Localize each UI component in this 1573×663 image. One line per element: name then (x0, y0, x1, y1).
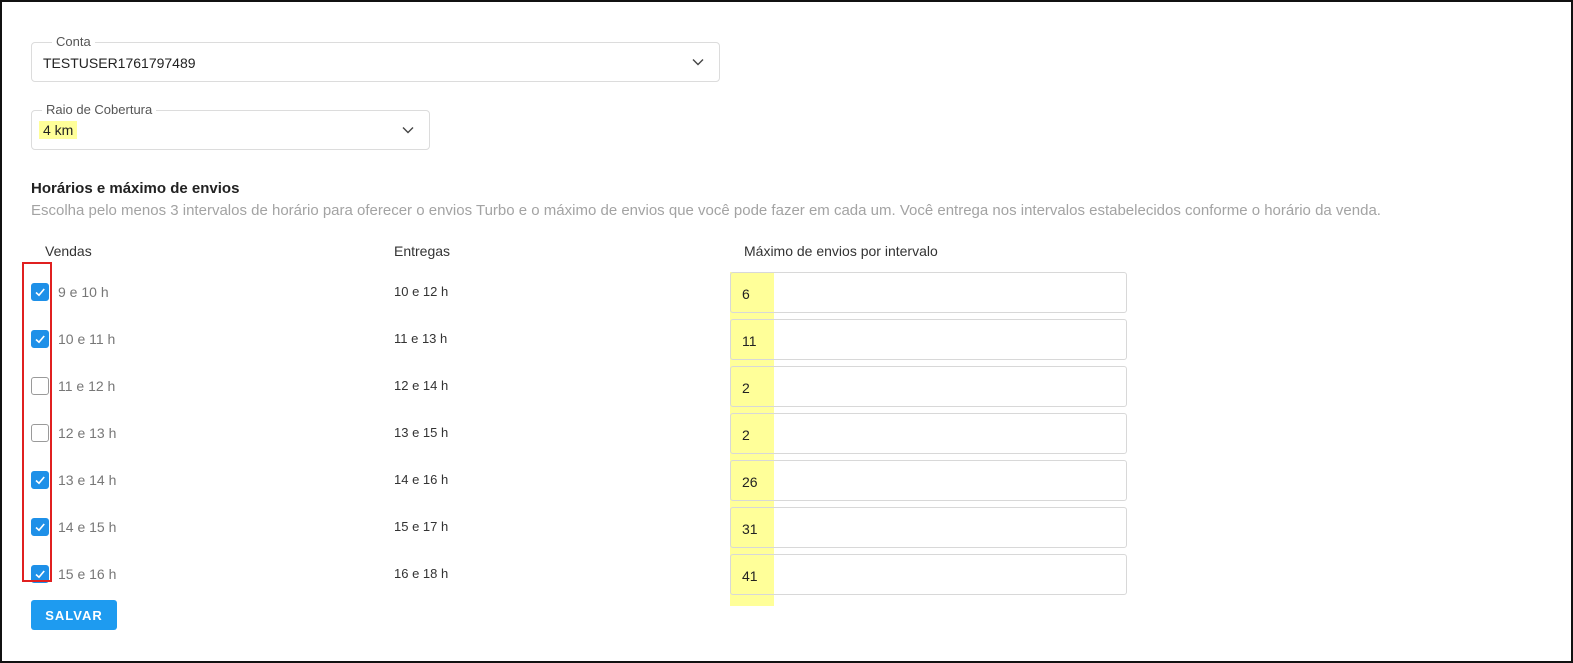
delivery-interval-label: 16 e 18 h (394, 566, 449, 581)
column-header-max: Máximo de envios por intervalo (744, 243, 938, 259)
delivery-interval-label: 15 e 17 h (394, 519, 449, 534)
chevron-down-icon (402, 127, 414, 134)
section-title: Horários e máximo de envios (31, 180, 240, 197)
annotation-box (22, 262, 52, 582)
sale-interval-label: 12 e 13 h (58, 425, 117, 441)
schedule-row: 11 e 12 h 12 e 14 h 2 (0, 366, 1200, 413)
max-shipments-input[interactable]: 41 (730, 554, 1127, 595)
max-shipments-input[interactable]: 2 (730, 366, 1127, 407)
delivery-interval-label: 14 e 16 h (394, 472, 449, 487)
section-description: Escolha pelo menos 3 intervalos de horár… (31, 202, 1381, 219)
max-shipments-value: 11 (742, 333, 757, 349)
sale-interval-label: 9 e 10 h (58, 284, 109, 300)
max-shipments-value: 41 (742, 568, 758, 584)
radius-value-wrap: 4 km (39, 121, 78, 139)
schedule-row: 13 e 14 h 14 e 16 h 26 (0, 460, 1200, 507)
account-select[interactable]: Conta TESTUSER1761797489 (31, 34, 720, 82)
max-shipments-input[interactable]: 11 (730, 319, 1127, 360)
radius-value: 4 km (39, 121, 78, 139)
delivery-interval-label: 10 e 12 h (394, 284, 449, 299)
account-label: Conta (52, 34, 95, 50)
max-shipments-value: 31 (742, 521, 758, 537)
schedule-row: 12 e 13 h 13 e 15 h 2 (0, 413, 1200, 460)
max-shipments-value: 2 (742, 427, 750, 443)
max-shipments-input[interactable]: 26 (730, 460, 1127, 501)
radius-label: Raio de Cobertura (42, 102, 157, 118)
delivery-interval-label: 12 e 14 h (394, 378, 449, 393)
radius-select[interactable]: Raio de Cobertura 4 km (31, 102, 430, 150)
schedule-row: 15 e 16 h 16 e 18 h 41 (0, 554, 1200, 601)
schedule-row: 9 e 10 h 10 e 12 h 6 (0, 272, 1200, 319)
delivery-interval-label: 13 e 15 h (394, 425, 449, 440)
column-header-sales: Vendas (45, 243, 92, 259)
delivery-interval-label: 11 e 13 h (394, 331, 448, 346)
account-value: TESTUSER1761797489 (43, 55, 196, 71)
max-shipments-value: 2 (742, 380, 750, 396)
sale-interval-label: 11 e 12 h (58, 378, 116, 394)
max-shipments-input[interactable]: 6 (730, 272, 1127, 313)
chevron-down-icon (692, 59, 704, 66)
column-header-deliveries: Entregas (394, 243, 451, 259)
schedule-row: 14 e 15 h 15 e 17 h 31 (0, 507, 1200, 554)
max-shipments-input[interactable]: 2 (730, 413, 1127, 454)
sale-interval-label: 13 e 14 h (58, 472, 117, 488)
sale-interval-label: 10 e 11 h (58, 331, 116, 347)
schedule-row: 10 e 11 h 11 e 13 h 11 (0, 319, 1200, 366)
save-button[interactable]: SALVAR (31, 600, 117, 630)
sale-interval-label: 14 e 15 h (58, 519, 117, 535)
sale-interval-label: 15 e 16 h (58, 566, 117, 582)
max-shipments-value: 26 (742, 474, 758, 490)
max-shipments-value: 6 (742, 286, 750, 302)
max-shipments-input[interactable]: 31 (730, 507, 1127, 548)
